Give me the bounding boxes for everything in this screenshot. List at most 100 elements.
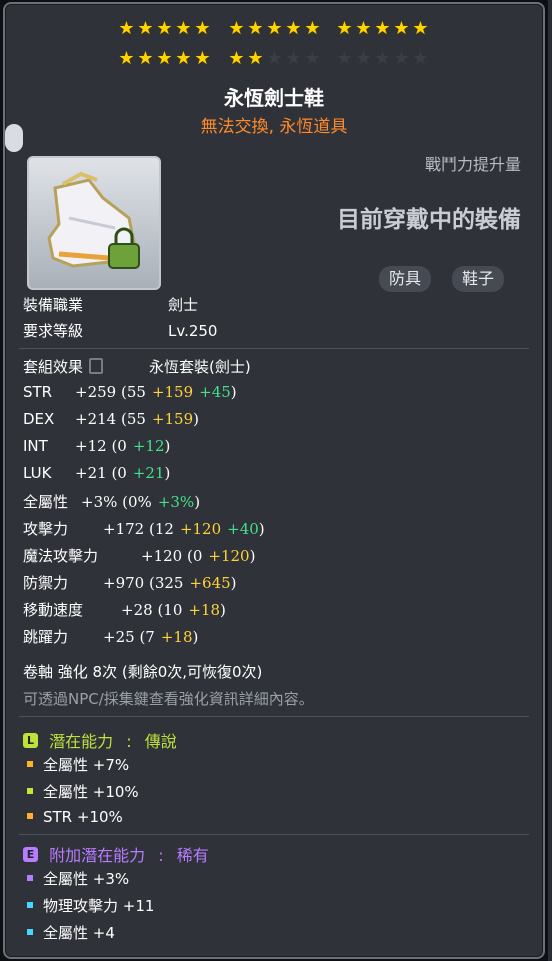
stat-row: 防禦力 +970 (325 +645) — [23, 572, 237, 593]
potential-line: 全屬性 +10% — [27, 781, 139, 802]
level-value: Lv.250 — [168, 322, 218, 340]
star-force-row-2: ★ ★ ★ ★ ★ ★ ★ ★ ★ ★ ★ ★ ★ ★ ★ — [5, 48, 543, 70]
stat-name: 魔法攻擊力 — [23, 547, 99, 565]
star-group: ★ ★ ★ ★ ★ — [335, 18, 430, 40]
stat-close: ) — [164, 464, 171, 482]
star-filled-icon: ★ — [304, 18, 321, 39]
boots-icon — [47, 171, 140, 269]
divider — [19, 716, 529, 717]
star-empty-icon: ★ — [355, 48, 372, 69]
divider — [19, 348, 529, 349]
scrollbar[interactable] — [548, 0, 552, 961]
stat-row: 全屬性 +3% (0% +3%) — [23, 491, 200, 512]
star-empty-icon: ★ — [393, 48, 410, 69]
stat-row: STR +259 (55 +159 +45) — [23, 383, 237, 401]
stat-base: (0% — [122, 493, 152, 511]
star-filled-icon: ★ — [336, 18, 353, 39]
star-filled-icon: ★ — [156, 48, 173, 69]
stat-row: 攻擊力 +172 (12 +120 +40) — [23, 518, 265, 539]
star-group: ★ ★ ★ ★ ★ — [227, 48, 322, 70]
bonus-potential-label: 附加潛在能力 — [49, 846, 146, 865]
potential-line-text: STR +10% — [43, 808, 123, 826]
star-group: ★ ★ ★ ★ ★ — [117, 18, 212, 40]
bonus-potential-header: E 附加潛在能力 : 稀有 — [23, 842, 209, 866]
job-row: 裝備職業 劍士 — [23, 294, 198, 315]
set-value: 永恆套裝(劍士) — [149, 358, 251, 376]
stat-bonus-upgrade: +120 — [208, 547, 250, 565]
stat-close: ) — [249, 547, 256, 565]
potential-line: 全屬性 +7% — [27, 754, 129, 775]
category-tag-armor: 防具 — [379, 266, 432, 292]
set-effect-row: 套組效果 永恆套裝(劍士) — [23, 356, 251, 377]
stat-close: ) — [192, 628, 199, 646]
stat-bonus-flame: +40 — [227, 520, 259, 538]
stat-name: STR — [23, 383, 53, 401]
potential-line-text: 全屬性 +3% — [43, 870, 130, 888]
stat-total: +28 — [121, 601, 153, 619]
stat-bonus-upgrade: +120 — [179, 520, 222, 538]
star-filled-icon: ★ — [412, 18, 429, 39]
star-empty-icon: ★ — [285, 48, 302, 69]
bullet-icon — [27, 874, 33, 881]
stat-total: +970 — [103, 574, 145, 592]
star-empty-icon: ★ — [412, 48, 429, 69]
star-group: ★ ★ ★ ★ ★ — [227, 18, 322, 40]
bonus-potential-grade: 稀有 — [176, 846, 209, 865]
potential-line-text: 全屬性 +4 — [43, 924, 115, 942]
potential-line-text: 全屬性 +7% — [43, 756, 130, 774]
star-filled-icon: ★ — [156, 18, 173, 39]
star-filled-icon: ★ — [247, 48, 264, 69]
stat-bonus-upgrade: +18 — [188, 601, 221, 619]
potential-grade: 傳說 — [144, 732, 177, 751]
stat-name: DEX — [23, 410, 55, 428]
star-empty-icon: ★ — [266, 48, 283, 69]
stat-close: ) — [193, 410, 199, 428]
star-filled-icon: ★ — [175, 48, 192, 69]
potential-line: 全屬性 +3% — [27, 868, 129, 889]
star-group: ★ ★ ★ ★ ★ — [117, 48, 212, 70]
star-filled-icon: ★ — [228, 48, 245, 69]
bullet-icon — [27, 760, 33, 767]
stat-name: 跳躍力 — [23, 628, 69, 646]
stat-total: +3% — [81, 493, 118, 511]
stat-close: ) — [164, 437, 171, 455]
upgrade-hint: 可透過NPC/採集鍵查看強化資訊詳細內容。 — [23, 690, 314, 708]
stat-name: 攻擊力 — [23, 520, 69, 538]
job-label: 裝備職業 — [23, 296, 84, 314]
stat-base: (12 — [148, 520, 174, 538]
item-tooltip-panel: ★ ★ ★ ★ ★ ★ ★ ★ ★ ★ ★ ★ ★ ★ ★ ★ ★ ★ ★ ★ ★ ★ ★ ★ ★ ★ ★ ★ ★ ★ 永恆劍士… — [3, 2, 545, 959]
stat-total: +12 — [75, 437, 107, 455]
bonus-potential-separator: : — [158, 846, 164, 865]
stat-base: (325 — [148, 574, 184, 592]
stat-total: +172 — [103, 520, 145, 538]
stat-bonus-flame: +3% — [157, 493, 195, 511]
stat-bonus-flame: +45 — [199, 383, 231, 401]
potential-line: 全屬性 +4 — [27, 922, 115, 943]
stat-close: ) — [230, 574, 237, 592]
star-group: ★ ★ ★ ★ ★ — [335, 48, 430, 70]
potential-line-text: 物理攻擊力 +11 — [43, 897, 155, 915]
stat-bonus-upgrade: +159 — [151, 410, 194, 428]
bullet-icon — [27, 812, 33, 819]
star-filled-icon: ★ — [137, 48, 154, 69]
stat-close: ) — [194, 493, 201, 511]
item-name: 永恆劍士鞋 — [224, 86, 324, 110]
star-filled-icon: ★ — [118, 18, 135, 39]
stat-name: LUK — [23, 464, 52, 482]
star-filled-icon: ★ — [285, 18, 302, 39]
star-filled-icon: ★ — [175, 18, 192, 39]
stat-bonus-flame: +21 — [132, 464, 165, 482]
stat-name: 移動速度 — [23, 601, 84, 619]
stat-base: (55 — [120, 410, 146, 428]
stat-close: ) — [230, 383, 237, 401]
power-increase-label: 戰鬥力提升量 — [424, 155, 521, 174]
star-filled-icon: ★ — [247, 18, 264, 39]
stat-row: 魔法攻擊力 +120 (0 +120) — [23, 545, 255, 566]
level-label: 要求等級 — [23, 322, 84, 340]
divider — [19, 834, 529, 835]
potential-header: L 潛在能力 : 傳說 — [23, 728, 177, 752]
stat-bonus-upgrade: +645 — [189, 574, 231, 592]
stat-total: +21 — [75, 464, 107, 482]
legendary-badge-icon: L — [23, 733, 38, 748]
stat-bonus-flame: +12 — [132, 437, 165, 455]
